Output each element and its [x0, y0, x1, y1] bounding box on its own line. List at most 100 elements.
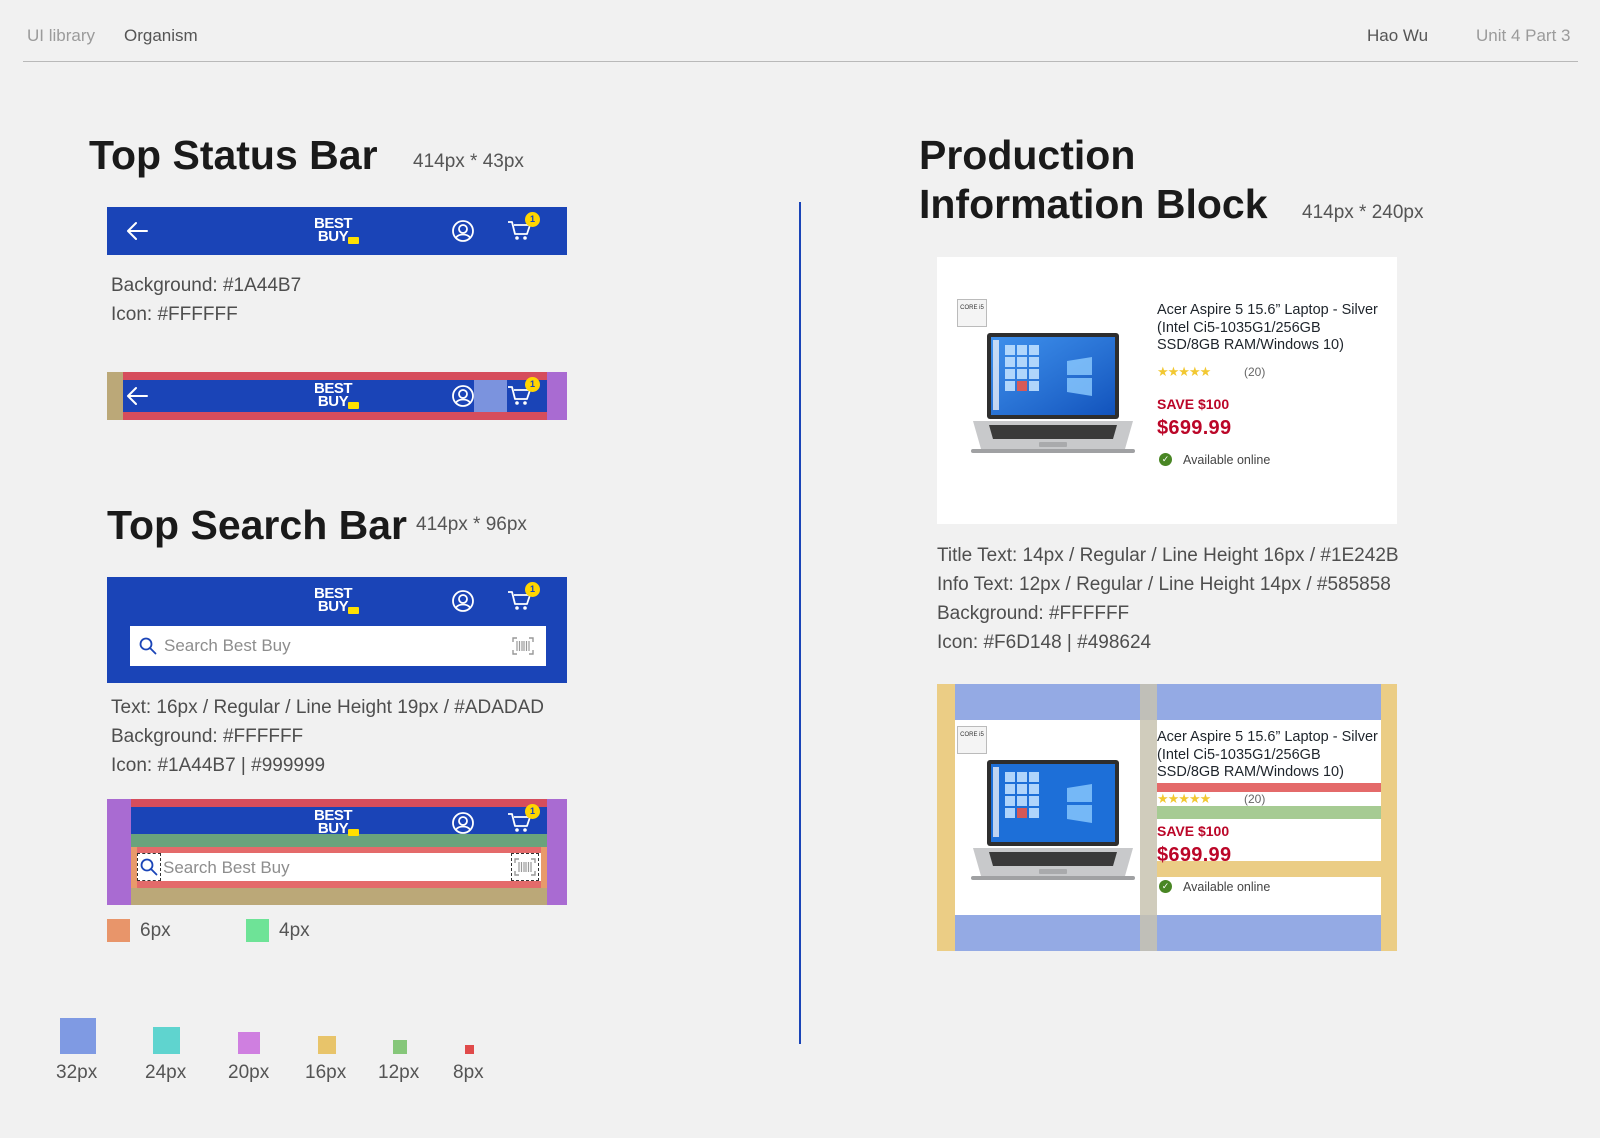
legend-swatch-8px	[465, 1045, 474, 1054]
legend-label-12px: 12px	[378, 1062, 420, 1083]
search-bar-annotated: BEST BUY 1 Search Best Buy	[107, 799, 567, 905]
spacing-6px-right	[541, 847, 547, 888]
check-icon: ✓	[1159, 453, 1172, 466]
laptop-image	[971, 760, 1135, 880]
product-title[interactable]: Acer Aspire 5 15.6” Laptop - Silver (Int…	[1157, 302, 1382, 355]
account-icon[interactable]	[451, 589, 475, 613]
best-buy-logo[interactable]: BEST BUY	[314, 216, 360, 244]
spacing-32px-bottom	[937, 915, 1397, 951]
product-title: Acer Aspire 5 15.6” Laptop - Silver (Int…	[1157, 729, 1378, 780]
section-divider	[799, 202, 801, 1044]
intel-badge: CORE i5	[957, 299, 987, 327]
best-buy-logo[interactable]: BEST BUY	[314, 586, 360, 614]
spacing-20px-right	[547, 799, 567, 905]
legend-label-6px: 6px	[140, 920, 171, 941]
spacing-32px-top	[937, 684, 1397, 720]
status-bar-spec-bg: Background: #1A44B7	[111, 275, 302, 296]
legend-swatch-16px	[318, 1036, 336, 1054]
legend-swatch-4px	[246, 919, 269, 942]
save-label: SAVE $100	[1157, 396, 1230, 412]
product-block-dims: 414px * 240px	[1302, 202, 1424, 223]
search-bar-title: Top Search Bar	[107, 502, 407, 548]
breadcrumb-organism[interactable]: Organism	[124, 26, 198, 46]
status-bar-annotated: BEST BUY 1	[107, 372, 567, 420]
legend-swatch-12px	[393, 1040, 407, 1054]
product-block-title-line2: Information Block	[919, 181, 1268, 227]
search-bar-spec-icon: Icon: #1A44B7 | #999999	[111, 755, 326, 776]
rating-stars: ★★★★★	[1157, 364, 1211, 379]
account-icon	[452, 812, 474, 834]
spacing-16px-bottom	[131, 888, 547, 905]
cart-badge: 1	[525, 212, 540, 227]
spacing-16px-gap	[1140, 684, 1157, 951]
search-bar-spec-text: Text: 16px / Regular / Line Height 19px …	[111, 697, 545, 718]
status-bar-dims: 414px * 43px	[413, 151, 524, 172]
legend-swatch-24px	[153, 1027, 180, 1054]
search-bar-spec-bg: Background: #FFFFFF	[111, 726, 304, 747]
search-input-annotated: Search Best Buy	[131, 847, 547, 888]
legend-label-20px: 20px	[228, 1062, 270, 1083]
spacing-16px-left	[107, 372, 123, 420]
cart-badge: 1	[525, 377, 540, 392]
best-buy-logo: BEST BUY	[314, 381, 360, 409]
cart-badge: 1	[525, 582, 540, 597]
status-bar-title: Top Status Bar	[89, 132, 378, 178]
barcode-icon[interactable]	[512, 637, 534, 655]
status-bar-spec-icon: Icon: #FFFFFF	[111, 304, 238, 325]
legend-label-4px: 4px	[279, 920, 310, 941]
save-label: SAVE $100	[1157, 823, 1230, 839]
barcode-icon	[514, 858, 536, 876]
back-arrow-icon[interactable]	[125, 220, 149, 242]
legend-label-24px: 24px	[145, 1062, 187, 1083]
breadcrumb-ui-library[interactable]: UI library	[27, 26, 95, 46]
cart-badge: 1	[525, 804, 540, 819]
product-spec-bg: Background: #FFFFFF	[937, 603, 1130, 624]
price: $699.99	[1157, 417, 1232, 439]
account-icon	[452, 385, 474, 407]
product-card-annotated: CORE i5 Acer Aspire 5 15.6” Laptop - Sil…	[937, 684, 1397, 951]
price: $699.99	[1157, 844, 1232, 866]
availability-text: Available online	[1183, 880, 1271, 894]
legend-swatch-32px	[60, 1018, 96, 1054]
product-spec-info: Info Text: 12px / Regular / Line Height …	[937, 574, 1391, 595]
rating-count: (20)	[1244, 792, 1266, 806]
intel-badge: CORE i5	[957, 726, 987, 754]
spacing-8px-top	[107, 372, 567, 380]
product-spec-icon: Icon: #F6D148 | #498624	[937, 632, 1152, 653]
account-icon[interactable]	[451, 219, 475, 243]
spacing-12px-rating	[1157, 806, 1381, 819]
spacing-20px-left	[107, 799, 131, 905]
legend-swatch-6px	[107, 919, 130, 942]
spacing-16px-right	[1381, 684, 1397, 951]
search-bar-sample: BEST BUY 1 Search Best Buy	[107, 577, 567, 683]
spacing-6px-top	[131, 847, 547, 853]
search-placeholder: Search Best Buy	[164, 636, 291, 655]
rating-stars: ★★★★★	[1157, 791, 1211, 806]
product-spec-title: Title Text: 14px / Regular / Line Height…	[937, 545, 1399, 566]
spacing-32px-gap	[474, 380, 507, 412]
back-arrow-icon	[127, 387, 148, 405]
spacing-8px-top	[107, 799, 567, 807]
status-bar-sample: BEST BUY 1	[107, 207, 567, 255]
product-block-title-line1: Production	[919, 132, 1136, 178]
best-buy-logo: BEST BUY	[314, 808, 360, 836]
spacing-16px-left	[937, 684, 955, 951]
product-card[interactable]: CORE i5 Acer Aspire 5 15.6” Laptop - Sil…	[937, 257, 1397, 524]
check-icon: ✓	[1159, 880, 1172, 893]
header-divider	[23, 61, 1578, 62]
legend-swatch-20px	[238, 1032, 260, 1054]
spacing-8px-bottom	[107, 412, 567, 420]
rating-count: (20)	[1244, 365, 1266, 379]
search-placeholder: Search Best Buy	[163, 858, 290, 877]
search-bar-dims: 414px * 96px	[416, 514, 527, 535]
spacing-6px-bottom	[131, 881, 547, 888]
availability-text: Available online	[1183, 453, 1271, 467]
legend-label-16px: 16px	[305, 1062, 347, 1083]
author-name: Hao Wu	[1367, 26, 1429, 45]
search-icon	[139, 637, 157, 655]
legend-label-32px: 32px	[56, 1062, 98, 1083]
search-input[interactable]: Search Best Buy	[130, 626, 546, 666]
unit-label: Unit 4 Part 3	[1476, 26, 1571, 45]
legend-label-8px: 8px	[453, 1062, 484, 1083]
spacing-20px-right	[547, 372, 567, 420]
